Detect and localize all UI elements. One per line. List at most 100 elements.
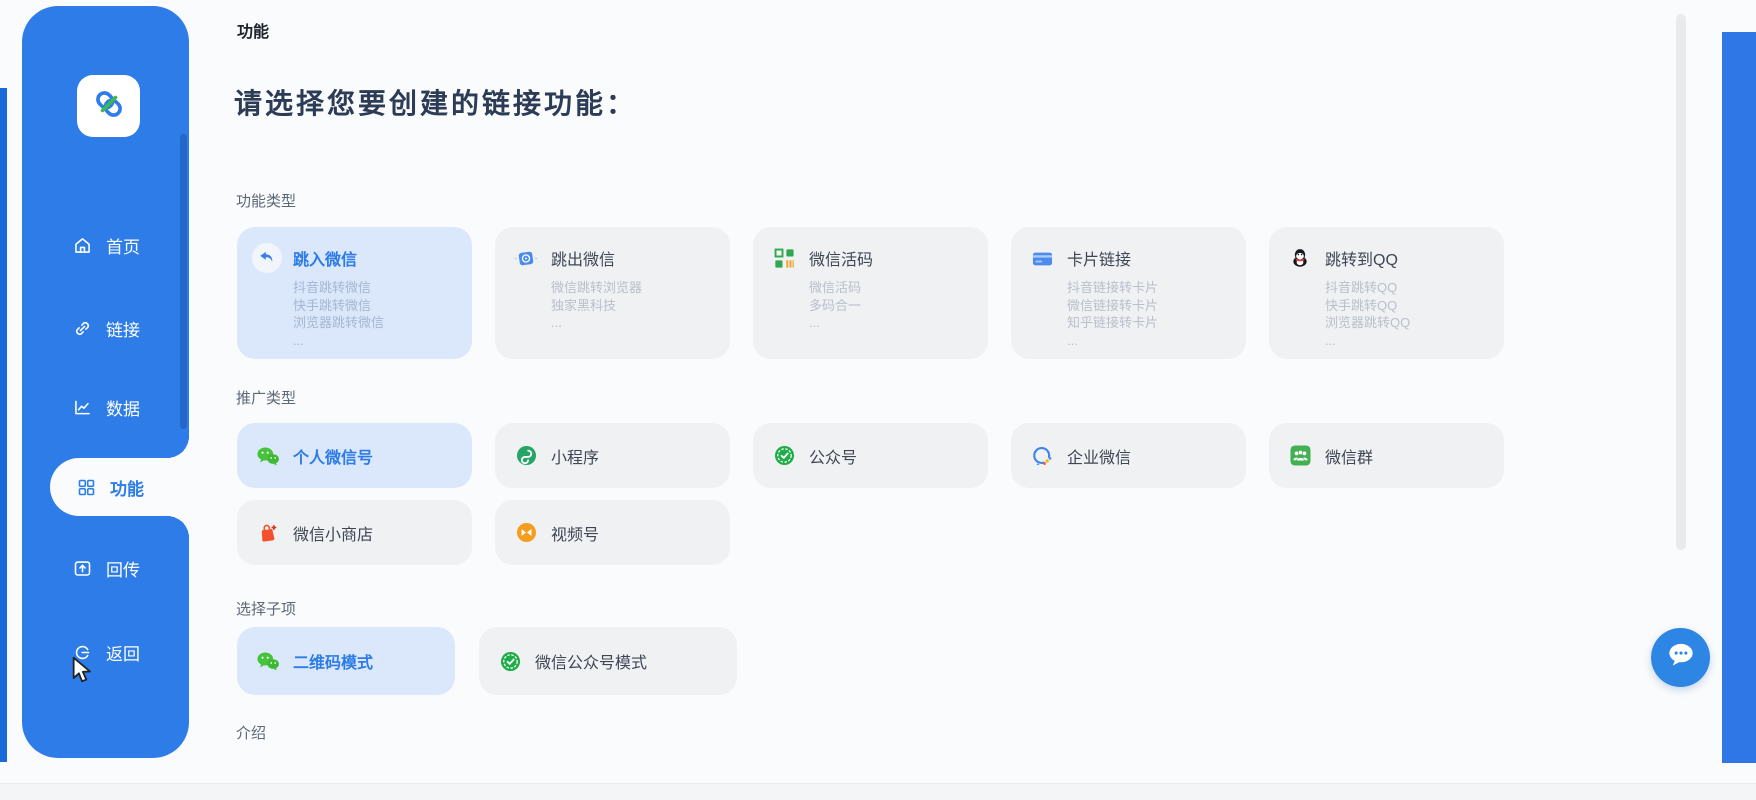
chart-icon: [72, 397, 93, 418]
sidebar-item-features[interactable]: 功能: [50, 436, 189, 538]
wechat-shop-icon: [256, 521, 280, 545]
option-card[interactable]: 微信活码 微信活码 多码合一...: [753, 227, 988, 359]
sidebar-item-label: 数据: [106, 399, 140, 419]
card-detail-line: ...: [1325, 332, 1336, 348]
option-card[interactable]: 跳入微信抖音跳转微信 快手跳转微信 浏览器跳转微信...: [237, 227, 472, 359]
card-detail-line: ...: [551, 315, 562, 330]
work-wechat-icon: [1030, 444, 1054, 468]
wechat-live-qr-icon: [772, 246, 796, 270]
card-detail-line: ...: [293, 332, 304, 348]
option-card[interactable]: 微信小商店: [237, 500, 472, 565]
card-detail-line: 知乎链接转卡片: [1067, 315, 1159, 330]
section-label-subitem: 选择子项: [236, 601, 297, 618]
card-title: 跳转到QQ: [1325, 252, 1398, 269]
card-detail-line: 微信跳转浏览器: [551, 280, 643, 295]
sidebar-item-back[interactable]: 返回: [22, 630, 189, 674]
sidebar-item-label: 首页: [106, 237, 140, 257]
official-account-icon: [498, 649, 522, 673]
option-card[interactable]: 企业微信: [1011, 423, 1246, 488]
video-account-icon: [514, 521, 538, 545]
card-details: 抖音跳转QQ 快手跳转QQ 浏览器跳转QQ...: [1325, 279, 1494, 349]
jump-in-wechat-icon: [252, 243, 282, 273]
card-details: 微信活码多码合一...: [809, 279, 978, 332]
scrollbar[interactable]: [1676, 14, 1686, 550]
option-card[interactable]: 微信群: [1269, 423, 1504, 488]
bottom-edge-area: [0, 784, 1756, 800]
wechat-icon: [256, 444, 280, 468]
card-details: 微信跳转浏览器 独家黑科技...: [551, 279, 720, 332]
option-card[interactable]: 小程序: [495, 423, 730, 488]
mini-program-icon: [514, 444, 538, 468]
window-left-edge: [0, 88, 7, 762]
card-detail-line: 浏览器跳转微信: [293, 315, 385, 330]
card-detail-line: 浏览器跳转QQ: [1325, 315, 1411, 330]
chat-fab-button[interactable]: [1651, 628, 1710, 687]
breadcrumb: 功能: [237, 24, 270, 41]
grid-icon: [76, 477, 97, 498]
card-detail-line: ...: [809, 315, 820, 330]
upload-icon: [72, 558, 93, 579]
card-title: 微信活码: [809, 252, 874, 269]
card-detail-line: 抖音跳转QQ: [1325, 280, 1398, 295]
card-title: 微信群: [1325, 449, 1374, 467]
card-title: 公众号: [809, 449, 858, 467]
option-card[interactable]: 卡片链接抖音链接转卡片 微信链接转卡片 知乎链接转卡片...: [1011, 227, 1246, 359]
sidebar-item-label: 返回: [106, 644, 140, 664]
option-card[interactable]: 跳转到QQ 抖音跳转QQ 快手跳转QQ 浏览器跳转QQ...: [1269, 227, 1504, 359]
option-card[interactable]: 二维码模式: [237, 627, 455, 695]
sidebar-item-upload[interactable]: 回传: [22, 546, 189, 590]
card-detail-line: ...: [1067, 332, 1078, 348]
card-detail-line: 微信活码: [809, 280, 862, 295]
section-label-intro: 介绍: [236, 725, 267, 742]
window-right-edge: [1722, 32, 1756, 763]
card-title: 卡片链接: [1067, 252, 1132, 269]
card-title: 个人微信号: [293, 449, 374, 467]
jump-out-wechat-icon: [514, 246, 538, 270]
function-type-cards: 跳入微信 抖音跳转微信 快手跳转微信 浏览器跳转微信... 跳出微信 微信跳转浏览器 独家黑…: [237, 227, 1504, 359]
card-detail-line: 抖音跳转微信: [293, 280, 372, 295]
card-detail-line: 微信链接转卡片: [1067, 297, 1159, 313]
back-icon: [72, 642, 93, 663]
sidebar-item-label: 回传: [106, 560, 140, 580]
app-logo[interactable]: [77, 75, 140, 137]
card-detail-line: 快手跳转QQ: [1325, 297, 1398, 313]
card-title: 跳出微信: [551, 252, 616, 269]
home-icon: [72, 235, 93, 256]
card-title: 微信公众号模式: [535, 655, 648, 672]
card-title: 视频号: [551, 526, 600, 544]
card-details: 抖音跳转微信 快手跳转微信 浏览器跳转微信...: [293, 279, 462, 349]
option-card[interactable]: 视频号: [495, 500, 730, 565]
card-link-icon: [1030, 246, 1054, 270]
sidebar-item-label: 链接: [106, 320, 140, 340]
option-card[interactable]: 微信公众号模式: [479, 627, 737, 695]
card-detail-line: 独家黑科技: [551, 297, 617, 313]
card-detail-line: 多码合一: [809, 297, 862, 313]
link-logo-icon: [89, 84, 129, 129]
sidebar-item-data[interactable]: 数据: [22, 385, 189, 429]
wechat-icon: [256, 649, 280, 673]
section-label-promo-type: 推广类型: [236, 390, 297, 407]
wechat-group-icon: [1288, 444, 1312, 468]
page-title: 请选择您要创建的链接功能：: [234, 88, 638, 119]
sidebar-item-label: 功能: [110, 479, 144, 499]
section-label-function-type: 功能类型: [236, 193, 297, 210]
option-card[interactable]: 个人微信号: [237, 423, 472, 488]
card-detail-line: 抖音链接转卡片: [1067, 280, 1159, 295]
official-account-icon: [772, 444, 796, 468]
card-details: 抖音链接转卡片 微信链接转卡片 知乎链接转卡片...: [1067, 279, 1236, 349]
option-card[interactable]: 跳出微信微信跳转浏览器 独家黑科技...: [495, 227, 730, 359]
sidebar-item-links[interactable]: 链接: [22, 306, 189, 350]
card-detail-line: 快手跳转微信: [293, 297, 372, 313]
card-title: 企业微信: [1067, 449, 1132, 467]
chat-bubble-icon: [1663, 637, 1699, 678]
card-title: 微信小商店: [293, 526, 374, 544]
link-icon: [72, 318, 93, 339]
sidebar-item-home[interactable]: 首页: [22, 223, 189, 267]
sidebar: 首页链接数据功能回传返回: [22, 6, 189, 758]
qq-icon: [1288, 246, 1312, 270]
option-card[interactable]: 公众号: [753, 423, 988, 488]
card-title: 二维码模式: [293, 655, 374, 672]
card-title: 跳入微信: [293, 252, 358, 269]
subitem-cards: 二维码模式 微信公众号模式: [237, 627, 737, 695]
promo-type-cards: 个人微信号 小程序 公众号 企业微信 微信群微信小商店 视频号: [237, 423, 1505, 565]
